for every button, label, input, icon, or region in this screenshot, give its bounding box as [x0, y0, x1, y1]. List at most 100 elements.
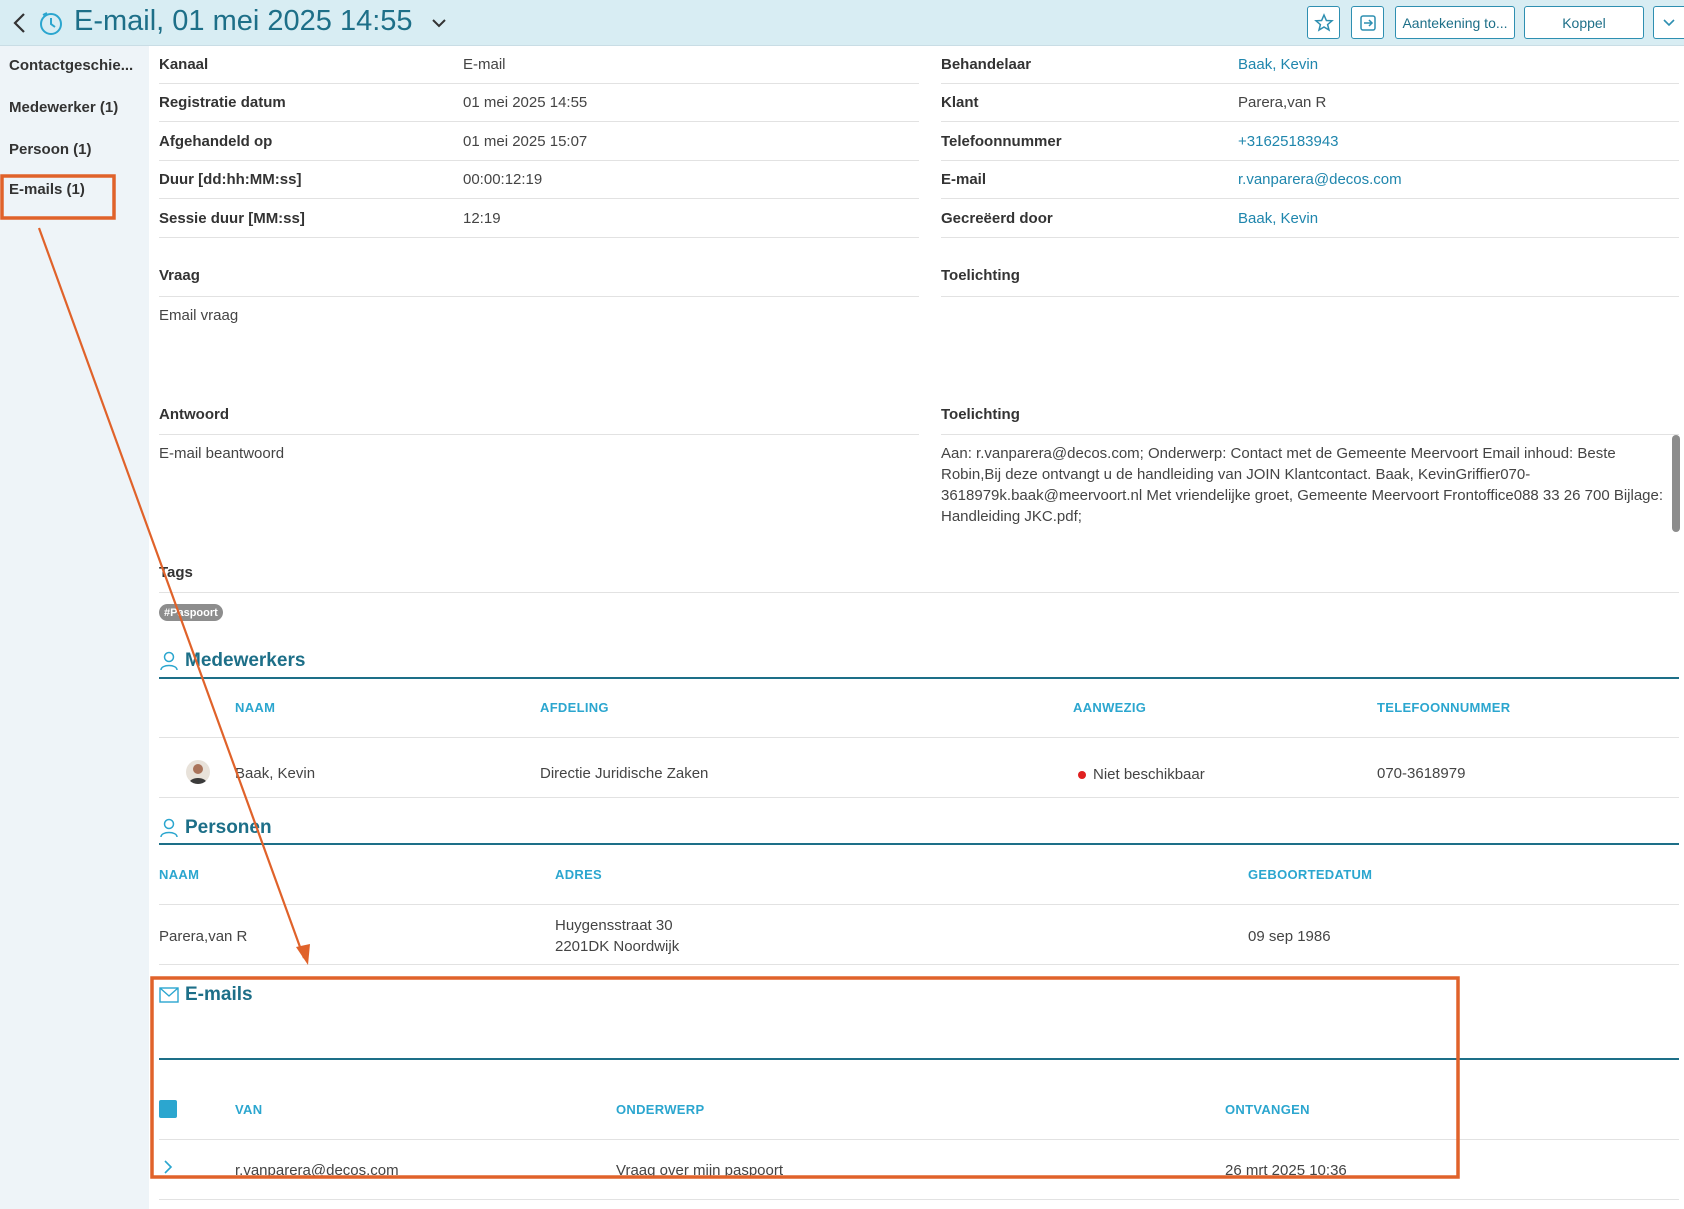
detail-value: 01 mei 2025 15:07 [463, 133, 588, 150]
annotation-button[interactable]: Aantekening to... [1395, 6, 1515, 39]
section-rule [159, 677, 1679, 679]
header-bar: E-mail, 01 mei 2025 14:55 Aantekening to… [0, 0, 1684, 46]
avatar [186, 760, 210, 784]
aanwezig-status: Niet beschikbaar [1093, 766, 1205, 783]
medewerker-aanwezig: Niet beschikbaar [1078, 764, 1205, 785]
antwoord-toelichting-text: Aan: r.vanparera@decos.com; Onderwerp: C… [941, 445, 1664, 525]
antwoord-label: Antwoord [159, 406, 229, 423]
detail-row-email: E-mail r.vanparera@decos.com [941, 161, 1679, 199]
detail-value: Parera,van R [1238, 94, 1327, 111]
creator-link[interactable]: Baak, Kevin [1238, 210, 1318, 227]
toelichting-scrollbar[interactable] [1672, 435, 1680, 532]
detail-label: Klant [941, 94, 979, 111]
more-actions-button[interactable] [1653, 6, 1684, 39]
medewerker-afdeling: Directie Juridische Zaken [540, 765, 709, 782]
antwoord-text: E-mail beantwoord [159, 445, 285, 462]
envelope-icon [159, 987, 179, 1003]
detail-row-afgehandeld-op: Afgehandeld op 01 mei 2025 15:07 [159, 123, 919, 161]
detail-row-sessie-duur: Sessie duur [MM:ss] 12:19 [159, 200, 919, 238]
detail-value: 00:00:12:19 [463, 171, 543, 188]
sidebar-item-persoon[interactable]: Persoon (1) [9, 141, 139, 158]
persoon-naam: Parera,van R [159, 928, 248, 945]
exit-button[interactable] [1351, 6, 1384, 39]
star-icon [1313, 12, 1334, 32]
sidebar-item-medewerker[interactable]: Medewerker (1) [9, 99, 139, 116]
clock-icon [40, 12, 62, 35]
detail-label: Telefoonnummer [941, 133, 1062, 150]
detail-label: Behandelaar [941, 56, 1032, 73]
detail-row-duur: Duur [dd:hh:MM:ss] 00:00:12:19 [159, 161, 919, 199]
detail-value: E-mail [463, 56, 506, 73]
chevron-down-icon [1663, 18, 1675, 26]
detail-label: E-mail [941, 171, 987, 188]
row-divider [159, 1199, 1679, 1200]
divider [941, 434, 1679, 435]
emails-heading: E-mails [159, 984, 253, 1006]
detail-label: Kanaal [159, 56, 209, 73]
detail-label: Duur [dd:hh:MM:ss] [159, 171, 302, 188]
detail-row-behandelaar: Behandelaar Baak, Kevin [941, 46, 1679, 84]
sidebar-item-emails[interactable]: E-mails (1) [9, 181, 139, 198]
column-header-van[interactable]: VAN [235, 1102, 262, 1117]
detail-value: 12:19 [463, 210, 501, 227]
divider [159, 296, 919, 297]
emails-title: E-mails [185, 984, 253, 1005]
row-divider [159, 904, 1679, 905]
detail-label: Afgehandeld op [159, 133, 273, 150]
favorite-button[interactable] [1307, 6, 1340, 39]
email-ontvangen: 26 mrt 2025 10:36 [1225, 1162, 1347, 1179]
email-van: r.vanparera@decos.com [235, 1162, 399, 1179]
detail-row-klant: Klant Parera,van R [941, 84, 1679, 122]
medewerkers-title: Medewerkers [185, 650, 306, 671]
vraag-label: Vraag [159, 267, 200, 284]
personen-title: Personen [185, 817, 272, 838]
divider [159, 592, 1679, 593]
column-header-adres[interactable]: ADRES [555, 867, 602, 882]
row-divider [159, 737, 1679, 738]
detail-row-kanaal: Kanaal E-mail [159, 46, 919, 84]
back-icon[interactable] [8, 8, 32, 38]
divider [941, 296, 1679, 297]
column-header-ontvangen[interactable]: ONTVANGEN [1225, 1102, 1310, 1117]
email-onderwerp: Vraag over mijn paspoort [616, 1162, 784, 1179]
chevron-right-icon[interactable] [161, 1158, 175, 1176]
row-divider [159, 797, 1679, 798]
status-dot [1078, 771, 1086, 780]
persoon-adres-line2: 2201DK Noordwijk [555, 938, 680, 955]
column-header-naam[interactable]: NAAM [159, 867, 199, 882]
column-header-naam[interactable]: NAAM [235, 700, 275, 715]
select-all-checkbox[interactable] [159, 1100, 177, 1118]
tags-label: Tags [159, 564, 193, 581]
persoon-adres-line1: Huygensstraat 30 [555, 917, 673, 934]
phone-link[interactable]: +31625183943 [1238, 133, 1339, 150]
column-header-onderwerp[interactable]: ONDERWERP [616, 1102, 704, 1117]
column-header-telefoonnummer[interactable]: TELEFOONNUMMER [1377, 700, 1510, 715]
divider [159, 434, 919, 435]
sidebar-item-contactgeschiedenis[interactable]: Contactgeschie... [9, 57, 139, 74]
column-header-afdeling[interactable]: AFDELING [540, 700, 609, 715]
detail-row-registratie-datum: Registratie datum 01 mei 2025 14:55 [159, 84, 919, 122]
detail-label: Registratie datum [159, 94, 286, 111]
detail-row-gecreeerd-door: Gecreëerd door Baak, Kevin [941, 200, 1679, 238]
person-icon [160, 818, 178, 838]
person-icon [160, 651, 178, 671]
koppel-button[interactable]: Koppel [1524, 6, 1644, 39]
behandelaar-link[interactable]: Baak, Kevin [1238, 56, 1318, 73]
personen-heading: Personen [159, 817, 272, 839]
chevron-down-icon[interactable] [430, 14, 448, 32]
vraag-text: Email vraag [159, 307, 239, 324]
page-title: E-mail, 01 mei 2025 14:55 [74, 5, 413, 37]
email-link[interactable]: r.vanparera@decos.com [1238, 171, 1402, 188]
detail-label: Sessie duur [MM:ss] [159, 210, 305, 227]
exit-icon [1359, 14, 1376, 31]
medewerker-telefoon: 070-3618979 [1377, 765, 1466, 782]
section-rule [159, 843, 1679, 845]
column-header-aanwezig[interactable]: AANWEZIG [1073, 700, 1146, 715]
section-rule [159, 1058, 1679, 1060]
detail-value: 01 mei 2025 14:55 [463, 94, 588, 111]
tag-paspoort[interactable]: #Paspoort [159, 604, 223, 621]
column-header-geboortedatum[interactable]: GEBOORTEDATUM [1248, 867, 1372, 882]
vraag-toelichting-label: Toelichting [941, 267, 1020, 284]
row-divider [159, 964, 1679, 965]
main-content: Kanaal E-mail Registratie datum 01 mei 2… [149, 46, 1684, 1209]
